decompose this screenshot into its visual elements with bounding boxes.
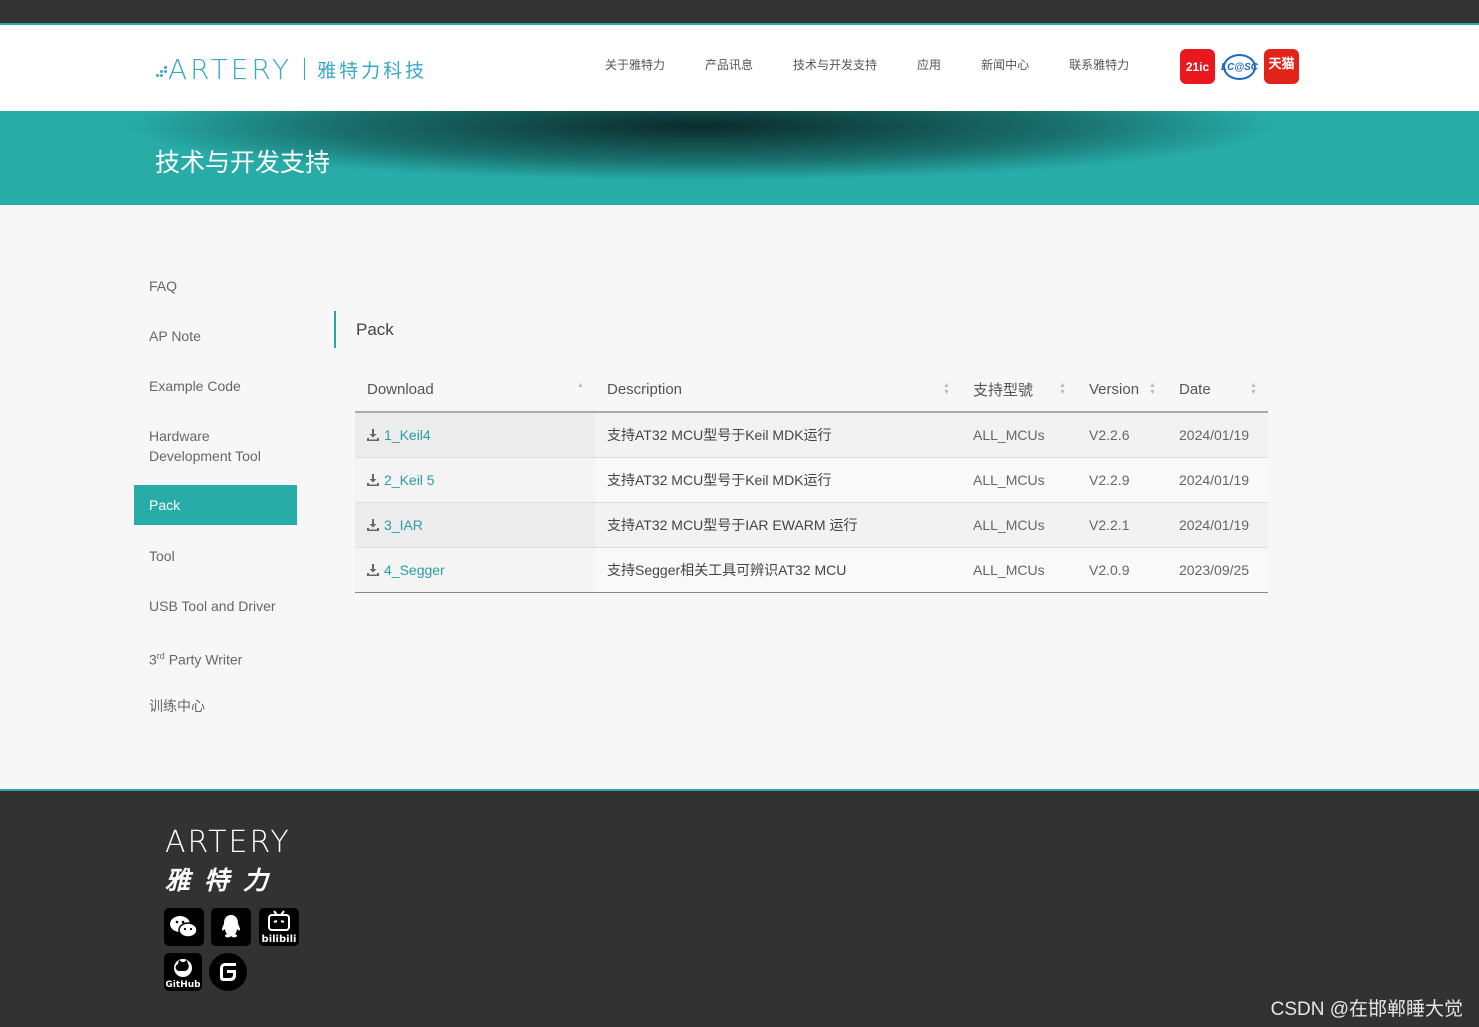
version-cell: V2.2.6 [1077, 412, 1167, 458]
date-cell: 2024/01/19 [1167, 412, 1268, 458]
version-cell: V2.0.9 [1077, 547, 1167, 593]
wechat-icon[interactable] [164, 908, 204, 946]
nav-applications[interactable]: 应用 [917, 58, 941, 72]
github-icon[interactable]: GitHub [164, 953, 202, 991]
table-header-row: Download ▲ Description ▲ ▼ 支持型號 ▲ ▼ Version ▲ ▼… [355, 368, 1268, 413]
table-row: 2_Keil 5 支持AT32 MCU型号于Keil MDK运行 ALL_MCU… [355, 457, 1268, 503]
models-cell: ALL_MCUs [961, 457, 1077, 503]
download-cell: 1_Keil4 [355, 412, 595, 458]
nav-about[interactable]: 关于雅特力 [605, 58, 665, 72]
download-link[interactable]: 3_IAR [367, 517, 423, 533]
logo-chinese-name: 雅特力科技 [317, 60, 428, 82]
download-cell: 4_Segger [355, 547, 595, 593]
models-cell: ALL_MCUs [961, 412, 1077, 458]
table-row: 4_Segger 支持Segger相关工具可辨识AT32 MCU ALL_MCU… [355, 547, 1268, 593]
date-cell: 2023/09/25 [1167, 547, 1268, 593]
section-indicator [334, 311, 336, 348]
models-cell: ALL_MCUs [961, 502, 1077, 548]
sidebar-item-ap-note[interactable]: AP Note [134, 326, 297, 346]
top-bar [0, 0, 1479, 25]
nav-tech-support[interactable]: 技术与开发支持 [793, 58, 877, 72]
sort-icon: ▲ ▼ [1149, 382, 1156, 396]
section-title: Pack [356, 320, 394, 339]
lcsc-icon[interactable]: LC@SC [1221, 54, 1258, 80]
download-icon [367, 473, 379, 486]
column-label: Date [1179, 381, 1211, 398]
download-label: 1_Keil4 [384, 426, 431, 443]
artery-logo[interactable]: ARTERY 雅特力科技 [156, 52, 428, 86]
third-party-label: Party Writer [164, 651, 243, 668]
download-icon [367, 563, 379, 576]
logo-dots-icon [156, 60, 167, 78]
logo-divider [304, 58, 306, 80]
download-label: 3_IAR [384, 516, 423, 533]
download-icon [367, 428, 379, 441]
qq-icon[interactable] [211, 908, 251, 946]
third-party-number: 3 [149, 651, 157, 668]
column-label: Description [607, 381, 683, 398]
column-header-download[interactable]: Download ▲ [355, 368, 595, 413]
sidebar-item-example-code[interactable]: Example Code [134, 376, 297, 396]
sidebar-item-usb-tool-driver[interactable]: USB Tool and Driver [134, 596, 297, 616]
page-banner: 技术与开发支持 [0, 111, 1479, 205]
column-header-version[interactable]: Version ▲ ▼ [1077, 368, 1167, 413]
csdn-watermark: CSDN @在邯郸睡大觉 [1270, 999, 1463, 1020]
sidebar-item-tool[interactable]: Tool [134, 546, 297, 566]
models-cell: ALL_MCUs [961, 547, 1077, 593]
21ic-icon[interactable]: 21ic [1180, 49, 1215, 84]
column-header-date[interactable]: Date ▲ ▼ [1167, 368, 1268, 413]
download-cell: 3_IAR [355, 502, 595, 548]
site-footer: ARTERY 雅特力 bilibili GitHub [0, 789, 1479, 1027]
svg-text:GitHub: GitHub [166, 980, 200, 989]
page-title: 技术与开发支持 [155, 149, 331, 177]
download-link[interactable]: 4_Segger [367, 562, 445, 578]
sort-icon: ▲ ▼ [1059, 382, 1066, 396]
nav-contact[interactable]: 联系雅特力 [1069, 58, 1129, 72]
column-header-description[interactable]: Description ▲ ▼ [595, 368, 961, 413]
description-cell: 支持AT32 MCU型号于Keil MDK运行 [595, 412, 961, 458]
description-cell: 支持AT32 MCU型号于IAR EWARM 运行 [595, 502, 961, 548]
download-label: 4_Segger [384, 561, 445, 578]
gitee-icon[interactable] [209, 953, 247, 991]
bilibili-icon[interactable]: bilibili [259, 908, 299, 946]
sidebar-item-training-center[interactable]: 训练中心 [134, 696, 297, 716]
column-label: 支持型號 [973, 382, 1034, 399]
download-cell: 2_Keil 5 [355, 457, 595, 503]
sort-icon: ▲ ▼ [1250, 382, 1257, 396]
third-party-suffix: rd [156, 651, 165, 661]
sidebar-item-hardware-dev-tool[interactable]: Hardware Development Tool [134, 426, 284, 466]
logo-wordmark: ARTERY [168, 52, 293, 86]
footer-logo-chinese: 雅特力 [165, 867, 283, 895]
column-label: Version [1089, 381, 1140, 398]
nav-news[interactable]: 新闻中心 [981, 58, 1029, 72]
description-cell: 支持AT32 MCU型号于Keil MDK运行 [595, 457, 961, 503]
date-cell: 2024/01/19 [1167, 457, 1268, 503]
svg-text:bilibili: bilibili [262, 934, 297, 945]
partner-badges: 21ic LC@SC 天猫 [1180, 49, 1299, 84]
download-label: 2_Keil 5 [384, 471, 435, 488]
description-cell: 支持Segger相关工具可辨识AT32 MCU [595, 547, 961, 593]
table-row: 1_Keil4 支持AT32 MCU型号于Keil MDK运行 ALL_MCUs… [355, 412, 1268, 458]
sidebar-item-pack[interactable]: Pack [134, 485, 297, 525]
column-label: Download [367, 381, 434, 398]
version-cell: V2.2.1 [1077, 502, 1167, 548]
download-link[interactable]: 2_Keil 5 [367, 472, 435, 488]
date-cell: 2024/01/19 [1167, 502, 1268, 548]
footer-logo-wordmark: ARTERY [165, 825, 291, 860]
download-link[interactable]: 1_Keil4 [367, 427, 431, 443]
downloads-table: Download ▲ Description ▲ ▼ 支持型號 ▲ ▼ Version ▲ ▼… [355, 368, 1268, 593]
table-row: 3_IAR 支持AT32 MCU型号于IAR EWARM 运行 ALL_MCUs… [355, 502, 1268, 548]
version-cell: V2.2.9 [1077, 457, 1167, 503]
sidebar-item-third-party-writer[interactable]: 3rd Party Writer [134, 646, 297, 670]
column-header-models[interactable]: 支持型號 ▲ ▼ [961, 368, 1077, 413]
nav-products[interactable]: 产品讯息 [705, 58, 753, 72]
sort-icon: ▲ ▼ [943, 382, 950, 396]
site-header: ARTERY 雅特力科技 关于雅特力 产品讯息 技术与开发支持 应用 新闻中心 … [0, 27, 1479, 111]
sort-asc-icon: ▲ [577, 382, 584, 389]
tmall-icon[interactable]: 天猫 [1264, 49, 1299, 84]
sidebar-item-faq[interactable]: FAQ [134, 276, 297, 296]
main-nav: 关于雅特力 产品讯息 技术与开发支持 应用 新闻中心 联系雅特力 [605, 58, 1169, 72]
download-icon [367, 518, 379, 531]
